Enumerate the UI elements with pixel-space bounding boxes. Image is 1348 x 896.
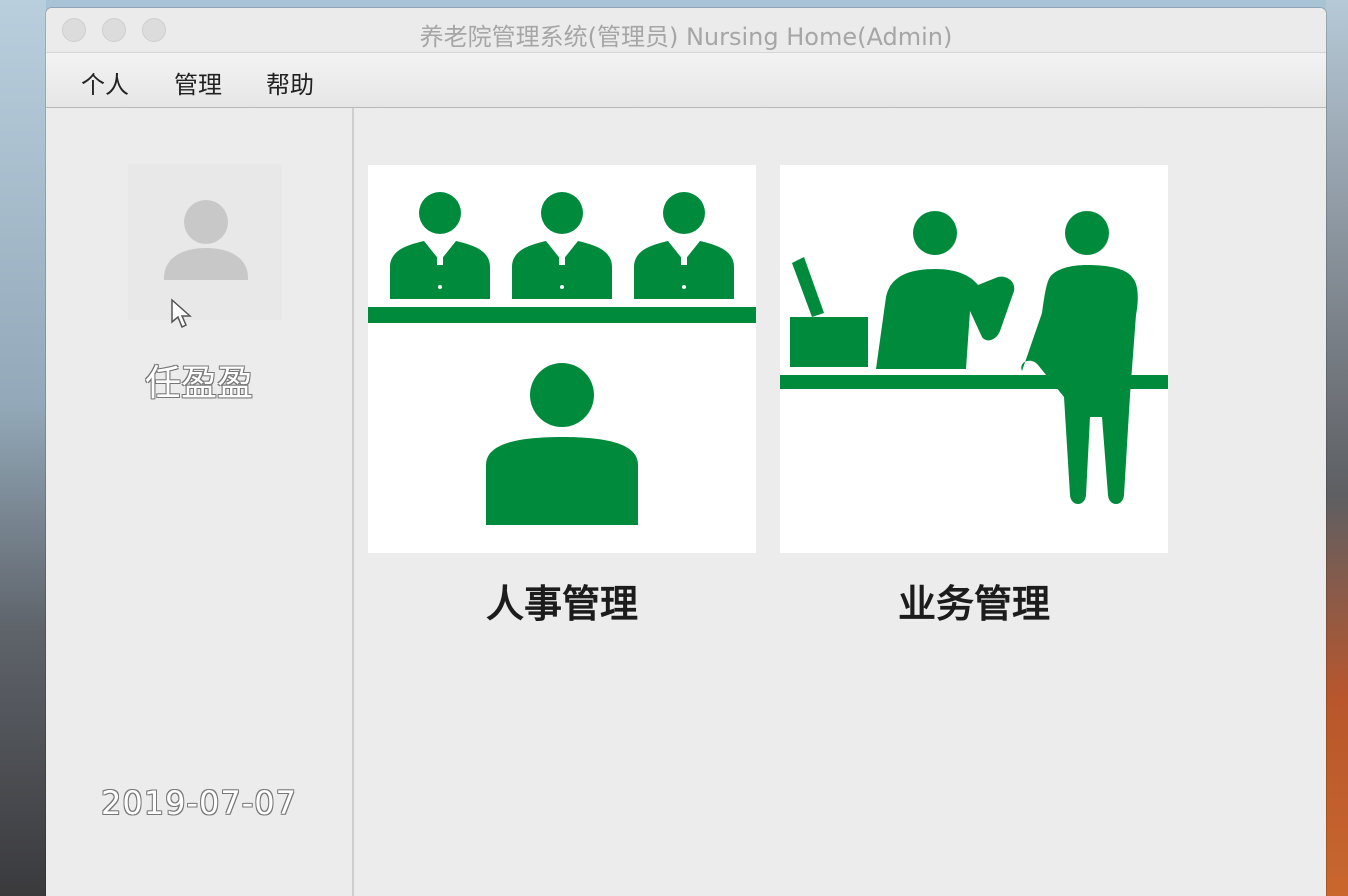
service-counter-icon xyxy=(780,211,1168,504)
avatar[interactable] xyxy=(128,164,282,320)
business-management-label[interactable]: 业务管理 xyxy=(780,573,1168,628)
staff-management-icon xyxy=(368,192,756,525)
desktop-background-right xyxy=(1326,0,1348,896)
menu-personal[interactable]: 个人 xyxy=(81,65,129,100)
title-bar[interactable]: 养老院管理系统(管理员) Nursing Home(Admin) xyxy=(46,8,1326,53)
window-title: 养老院管理系统(管理员) Nursing Home(Admin) xyxy=(419,23,953,51)
module-panel: 人事管理 业务管理 xyxy=(354,108,1326,896)
user-name: 任盈盈 xyxy=(144,363,253,404)
current-date: 2019-07-07 xyxy=(101,784,297,822)
menu-help[interactable]: 帮助 xyxy=(266,65,314,100)
hr-management-label[interactable]: 人事管理 xyxy=(368,573,756,628)
app-window: 养老院管理系统(管理员) Nursing Home(Admin) 个人 管理 帮… xyxy=(46,8,1326,896)
hr-management-tile[interactable] xyxy=(368,165,756,553)
menu-management[interactable]: 管理 xyxy=(174,65,222,100)
mouse-pointer-icon xyxy=(171,298,192,329)
user-sidebar: 任盈盈 2019-07-07 xyxy=(46,108,354,896)
user-silhouette-icon xyxy=(164,200,248,280)
business-management-tile[interactable] xyxy=(780,165,1168,553)
desktop-background-left xyxy=(0,0,46,896)
menu-bar: 个人 管理 帮助 xyxy=(46,53,1326,108)
